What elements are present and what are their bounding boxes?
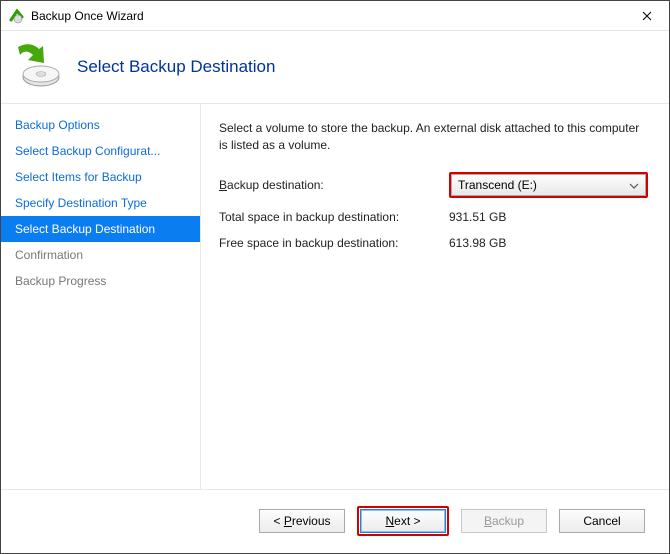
page-title: Select Backup Destination bbox=[77, 57, 275, 77]
wizard-steps-sidebar: Backup Options Select Backup Configurat.… bbox=[1, 104, 201, 489]
row-total-space: Total space in backup destination: 931.5… bbox=[219, 210, 651, 224]
row-backup-destination: Backup destination: Transcend (E:) bbox=[219, 172, 651, 198]
sidebar-item-backup-progress: Backup Progress bbox=[1, 268, 200, 294]
wizard-body: Backup Options Select Backup Configurat.… bbox=[1, 104, 669, 489]
app-icon bbox=[9, 8, 25, 24]
backup-destination-highlight: Transcend (E:) bbox=[449, 172, 648, 198]
backup-button: Backup bbox=[461, 509, 547, 533]
next-button-highlight: Next > bbox=[357, 506, 449, 536]
row-free-space: Free space in backup destination: 613.98… bbox=[219, 236, 651, 250]
value-free-space: 613.98 GB bbox=[449, 236, 506, 250]
description-text: Select a volume to store the backup. An … bbox=[219, 120, 651, 154]
sidebar-item-destination-type[interactable]: Specify Destination Type bbox=[1, 190, 200, 216]
sidebar-item-backup-config[interactable]: Select Backup Configurat... bbox=[1, 138, 200, 164]
sidebar-item-select-destination[interactable]: Select Backup Destination bbox=[1, 216, 200, 242]
backup-destination-dropdown[interactable]: Transcend (E:) bbox=[451, 174, 646, 196]
window-title: Backup Once Wizard bbox=[31, 9, 624, 23]
sidebar-item-confirmation: Confirmation bbox=[1, 242, 200, 268]
previous-button[interactable]: < Previous bbox=[259, 509, 345, 533]
sidebar-item-select-items[interactable]: Select Items for Backup bbox=[1, 164, 200, 190]
backup-icon bbox=[11, 41, 63, 93]
wizard-header: Select Backup Destination bbox=[1, 31, 669, 103]
wizard-footer: < Previous Next > Backup Cancel bbox=[1, 489, 669, 551]
backup-destination-selected: Transcend (E:) bbox=[458, 178, 537, 192]
next-button[interactable]: Next > bbox=[360, 509, 446, 533]
wizard-window: Backup Once Wizard Select Backup Destina… bbox=[0, 0, 670, 554]
content-panel: Select a volume to store the backup. An … bbox=[201, 104, 669, 489]
chevron-down-icon bbox=[629, 180, 639, 190]
label-free-space: Free space in backup destination: bbox=[219, 236, 449, 250]
label-total-space: Total space in backup destination: bbox=[219, 210, 449, 224]
sidebar-item-backup-options[interactable]: Backup Options bbox=[1, 112, 200, 138]
close-button[interactable] bbox=[624, 1, 669, 30]
cancel-button[interactable]: Cancel bbox=[559, 509, 645, 533]
label-backup-destination: Backup destination: bbox=[219, 178, 449, 192]
titlebar: Backup Once Wizard bbox=[1, 1, 669, 31]
value-total-space: 931.51 GB bbox=[449, 210, 506, 224]
